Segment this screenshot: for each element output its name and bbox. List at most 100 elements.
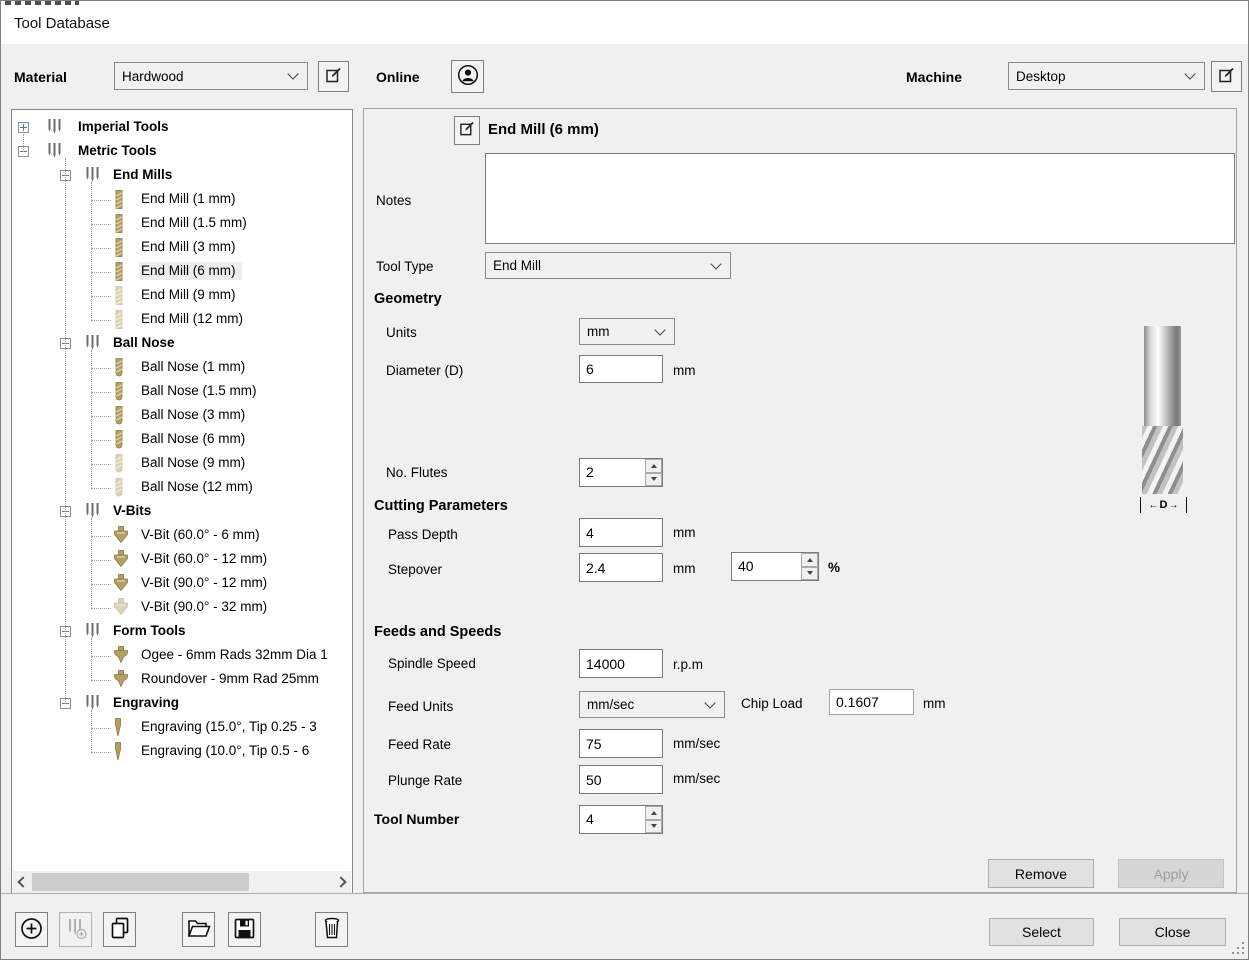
remove-button[interactable]: Remove [988,859,1094,888]
tree-row[interactable]: Engraving (15.0°, Tip 0.25 - 3 [12,716,353,740]
tree-item-label[interactable]: Ball Nose (1 mm) [139,358,251,376]
save-database-icon [234,918,255,942]
pass-depth-input[interactable] [579,518,663,547]
feed-units-select[interactable]: mm/sec [579,691,725,718]
tree-row[interactable]: Roundover - 9mm Rad 25mm [12,668,353,692]
tree-row[interactable]: End Mill (9 mm) [12,284,353,308]
tree-item-label[interactable]: V-Bit (60.0° - 6 mm) [139,526,266,544]
tree-item-label[interactable]: End Mill (9 mm) [139,286,242,304]
spin-down-icon[interactable] [645,820,662,834]
tree-row[interactable]: V-Bit (90.0° - 12 mm) [12,572,353,596]
open-database-button[interactable] [182,912,215,947]
tree-row[interactable]: Ball Nose (3 mm) [12,404,353,428]
tree-row[interactable]: End Mill (12 mm) [12,308,353,332]
tree-item-label[interactable]: Ball Nose [111,334,181,352]
online-account-button[interactable] [451,60,484,93]
tree-item-label[interactable]: Engraving [111,694,185,712]
machine-select[interactable]: Desktop [1008,62,1205,90]
tree-item-label[interactable]: Ball Nose (6 mm) [139,430,251,448]
stepover-percent-stepper[interactable]: 40 [731,552,819,581]
spin-down-icon[interactable] [801,567,818,581]
tree-item-label[interactable]: Ball Nose (9 mm) [139,454,251,472]
tree-row[interactable]: Imperial Tools [12,116,353,140]
tree-item-label[interactable]: Imperial Tools [76,118,175,136]
tree-row[interactable]: Ogee - 6mm Rads 32mm Dia 1 [12,644,353,668]
tree-row[interactable]: Metric Tools [12,140,353,164]
tree-row[interactable]: End Mills [12,164,353,188]
notes-textarea[interactable] [485,153,1235,244]
plunge-rate-input[interactable] [579,765,663,794]
scrollbar-thumb[interactable] [32,873,249,891]
tree-row[interactable]: Ball Nose (1.5 mm) [12,380,353,404]
tree-item-label[interactable]: Form Tools [111,622,192,640]
tree-row[interactable]: Ball Nose [12,332,353,356]
tree-row[interactable]: V-Bit (60.0° - 12 mm) [12,548,353,572]
edit-machine-button[interactable] [1211,61,1242,92]
tree-row[interactable]: Engraving [12,692,353,716]
tree-row[interactable]: Ball Nose (1 mm) [12,356,353,380]
tree-horizontal-scrollbar[interactable] [13,871,351,893]
spin-down-icon[interactable] [645,473,662,487]
save-database-button[interactable] [228,912,261,947]
plunge-rate-label: Plunge Rate [388,773,462,788]
tree-row[interactable]: V-Bit (60.0° - 6 mm) [12,524,353,548]
tree-item-label[interactable]: Roundover - 9mm Rad 25mm [139,670,325,688]
apply-button[interactable]: Apply [1118,859,1224,888]
feed-rate-input[interactable] [579,729,663,758]
spindle-speed-input[interactable] [579,649,663,678]
tree-row[interactable]: V-Bits [12,500,353,524]
add-tool-button[interactable] [15,912,48,947]
flutes-stepper[interactable]: 2 [579,458,663,487]
tree-item-label[interactable]: End Mill (6 mm) [139,262,242,280]
tree-item-label[interactable]: End Mill (12 mm) [139,310,249,328]
tree-row[interactable]: End Mill (1.5 mm) [12,212,353,236]
tree-row[interactable]: Engraving (10.0°, Tip 0.5 - 6 [12,740,353,764]
tree-item-label[interactable]: Engraving (10.0°, Tip 0.5 - 6 [139,742,315,760]
units-label: Units [386,325,417,340]
tree-item-label[interactable]: V-Bits [111,502,157,520]
tool-number-stepper[interactable]: 4 [579,805,663,834]
tree-row[interactable]: V-Bit (90.0° - 32 mm) [12,596,353,620]
tree-row[interactable]: Form Tools [12,620,353,644]
edit-material-button[interactable] [318,61,349,92]
close-button[interactable]: Close [1119,918,1226,946]
tree-item-label[interactable]: V-Bit (90.0° - 12 mm) [139,574,273,592]
scroll-left-arrow-icon[interactable] [13,871,33,893]
tree-row[interactable]: Ball Nose (6 mm) [12,428,353,452]
tree-item-label[interactable]: End Mill (1 mm) [139,190,242,208]
edit-tool-name-button[interactable] [454,116,480,145]
tree-item-label[interactable]: V-Bit (60.0° - 12 mm) [139,550,273,568]
tree-row[interactable]: End Mill (3 mm) [12,236,353,260]
tree-row[interactable]: End Mill (6 mm) [12,260,353,284]
tool-type-select[interactable]: End Mill [485,252,731,279]
stepover-input[interactable] [579,553,663,582]
tree-row[interactable]: End Mill (1 mm) [12,188,353,212]
delete-tool-button[interactable] [315,912,348,947]
spin-up-icon[interactable] [645,459,662,473]
spin-up-icon[interactable] [645,806,662,820]
tree-item-label[interactable]: End Mill (1.5 mm) [139,214,253,232]
tree-item-label[interactable]: Ball Nose (12 mm) [139,478,259,496]
tree-item-label[interactable]: V-Bit (90.0° - 32 mm) [139,598,273,616]
tree-item-label[interactable]: Ball Nose (3 mm) [139,406,251,424]
spin-up-icon[interactable] [801,553,818,567]
add-tool-group-button[interactable] [59,912,92,947]
tree-item-label[interactable]: Ball Nose (1.5 mm) [139,382,263,400]
expand-icon[interactable] [18,122,29,133]
units-select[interactable]: mm [579,318,675,345]
tree-item-label[interactable]: Ogee - 6mm Rads 32mm Dia 1 [139,646,334,664]
scroll-right-arrow-icon[interactable] [331,871,351,893]
tree-row[interactable]: Ball Nose (9 mm) [12,452,353,476]
resize-grip[interactable] [1232,942,1246,956]
tree-item-label[interactable]: Metric Tools [76,142,163,160]
spindle-speed-label: Spindle Speed [388,656,476,671]
select-button[interactable]: Select [989,918,1094,946]
copy-tool-button[interactable] [103,912,136,947]
tree-guide [91,320,111,321]
tree-item-label[interactable]: End Mills [111,166,178,184]
diameter-input[interactable] [579,355,663,383]
tree-item-label[interactable]: End Mill (3 mm) [139,238,242,256]
material-select[interactable]: Hardwood [114,62,308,90]
tree-row[interactable]: Ball Nose (12 mm) [12,476,353,500]
tree-item-label[interactable]: Engraving (15.0°, Tip 0.25 - 3 [139,718,323,736]
